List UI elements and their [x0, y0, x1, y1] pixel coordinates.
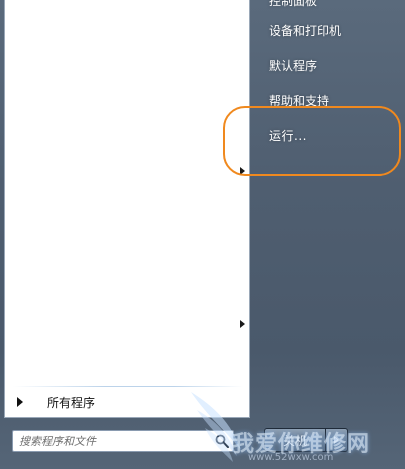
all-programs-label: 所有程序 — [47, 395, 96, 410]
start-menu: 所有程序 控制面板 设备和打印机 默认程序 帮助和支持 运行... 关机 我爱你… — [0, 0, 405, 469]
triangle-right-icon — [17, 397, 23, 407]
search-input[interactable] — [19, 434, 207, 448]
divider — [13, 386, 243, 387]
chevron-right-icon[interactable] — [240, 320, 245, 328]
programs-pane: 所有程序 — [4, 0, 250, 418]
menu-item-devices-printers[interactable]: 设备和打印机 — [260, 18, 400, 42]
menu-item-run[interactable]: 运行... — [260, 123, 400, 147]
menu-item-help-support[interactable]: 帮助和支持 — [260, 88, 400, 112]
menu-item-control-panel[interactable]: 控制面板 — [260, 0, 400, 12]
chevron-right-icon[interactable] — [240, 167, 245, 175]
system-links-pane: 控制面板 设备和打印机 默认程序 帮助和支持 运行... — [252, 0, 405, 469]
menu-item-default-programs[interactable]: 默认程序 — [260, 53, 400, 77]
watermark-url: www.52wxw.com — [248, 452, 334, 463]
